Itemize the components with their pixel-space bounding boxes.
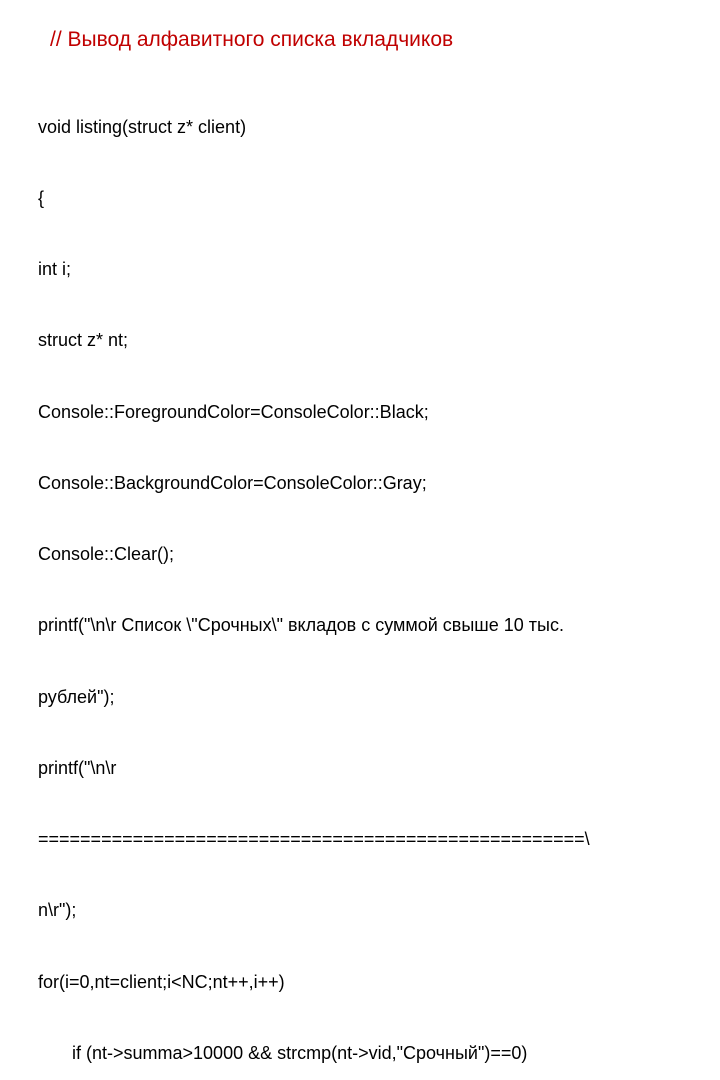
code-line: printf("\n\r: [38, 757, 682, 781]
code-line: n\r");: [38, 899, 682, 923]
code-line: Console::Clear();: [38, 543, 682, 567]
code-line: int i;: [38, 258, 682, 282]
code-line: printf("\n\r Список \"Срочных\" вкладов …: [38, 614, 682, 638]
code-line: if (nt->summa>10000 && strcmp(nt->vid,"С…: [38, 1042, 682, 1066]
code-line: ========================================…: [38, 828, 682, 852]
code-line: Console::ForegroundColor=ConsoleColor::B…: [38, 401, 682, 425]
document-container: // Вывод алфавитного списка вкладчиков v…: [0, 0, 720, 1080]
code-line: {: [38, 187, 682, 211]
code-block: void listing(struct z* client) { int i; …: [38, 68, 682, 1080]
code-line: for(i=0,nt=client;i<NC;nt++,i++): [38, 971, 682, 995]
comment-title: // Вывод алфавитного списка вкладчиков: [50, 28, 682, 52]
code-line: Console::BackgroundColor=ConsoleColor::G…: [38, 472, 682, 496]
code-line: struct z* nt;: [38, 329, 682, 353]
code-line: рублей");: [38, 686, 682, 710]
code-line: void listing(struct z* client): [38, 116, 682, 140]
